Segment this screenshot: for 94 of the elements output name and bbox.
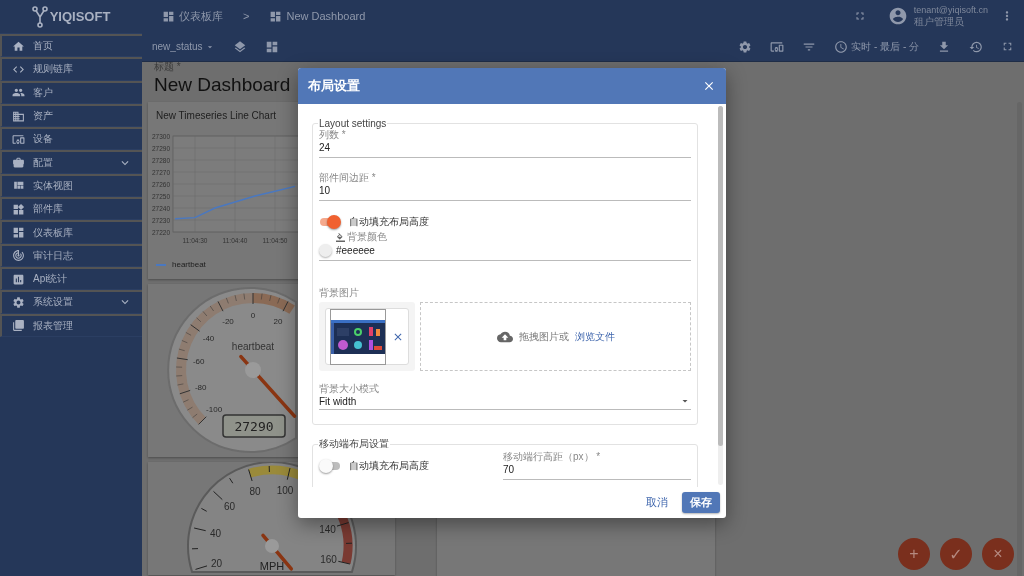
- devices-icon: [12, 132, 25, 146]
- legend-swatch: [156, 263, 166, 266]
- breadcrumb-link[interactable]: 仪表板库: [162, 8, 223, 24]
- toggle-switch[interactable]: [319, 458, 341, 473]
- action-button[interactable]: +: [898, 538, 930, 570]
- clock-icon: [834, 39, 849, 54]
- timewindow-button[interactable]: 实时 - 最后 - 分: [834, 39, 919, 54]
- logo-icon: [31, 5, 48, 28]
- document-icon: [12, 319, 25, 333]
- dashboard-icon: [12, 226, 25, 239]
- browse-link[interactable]: 浏览文件: [574, 329, 615, 344]
- field-label: 背景图片: [319, 287, 360, 299]
- save-button[interactable]: 保存: [682, 492, 720, 513]
- gauge-tick-label: 100: [276, 484, 294, 496]
- settings-icon[interactable]: [738, 39, 753, 54]
- sidebar-item[interactable]: 审计日志: [0, 243, 142, 267]
- action-button[interactable]: ✓: [940, 538, 972, 570]
- field-label: 背景颜色: [347, 231, 387, 243]
- sidebar-item[interactable]: 客户: [0, 80, 142, 104]
- gauge-tick-label: -80: [194, 383, 207, 392]
- sidebar-item[interactable]: Api统计: [0, 266, 142, 291]
- gauge-display: [222, 414, 286, 438]
- fullscreen-icon[interactable]: [1001, 40, 1014, 53]
- close-button[interactable]: [702, 79, 716, 93]
- paint-bucket-icon: [336, 232, 345, 242]
- select-field[interactable]: 背景大小模式 Fit width: [319, 383, 691, 410]
- group-legend: Layout settings: [318, 118, 388, 129]
- sidebar-item[interactable]: 仪表板库: [0, 220, 142, 244]
- input-field[interactable]: 70: [503, 463, 691, 480]
- history-icon[interactable]: [969, 39, 983, 54]
- avatar-icon[interactable]: [887, 6, 908, 26]
- sidebar-item[interactable]: 设备: [0, 127, 142, 151]
- user-email: tenant@yiqisoft.cn: [913, 5, 988, 16]
- briefcase-icon: [12, 156, 25, 170]
- dashboard-icon: [162, 9, 175, 23]
- legend-label: heartbeat: [172, 260, 206, 269]
- dashboard-title: New Dashboard: [154, 74, 291, 95]
- gauge-tick-label: 40: [209, 528, 222, 539]
- sidebar-item[interactable]: 规则链库: [0, 57, 142, 81]
- gauge-unit: MPH: [259, 560, 285, 572]
- sidebar-item[interactable]: 首页: [0, 34, 142, 58]
- cancel-button[interactable]: 取消: [646, 495, 668, 510]
- input-field[interactable]: 10: [319, 184, 691, 201]
- sidebar-item[interactable]: 部件库: [0, 197, 142, 221]
- gauge-tick-label: 160: [320, 554, 337, 565]
- building-icon: [12, 109, 25, 123]
- user-role: 租户管理员: [913, 16, 965, 27]
- field-label: 部件间边距 *: [319, 172, 377, 184]
- target-icon: [12, 249, 25, 263]
- drop-zone[interactable]: 拖拽图片或 浏览文件: [420, 302, 691, 371]
- state-dropdown[interactable]: new_status: [152, 41, 215, 52]
- sidebar-item[interactable]: 报表管理: [0, 313, 142, 337]
- layout-icon[interactable]: [264, 39, 279, 54]
- gauge-tick-label: -20: [222, 317, 234, 326]
- sidebar-item[interactable]: 实体视图: [0, 173, 142, 198]
- toggle-label: 自动填充布局高度: [349, 215, 429, 229]
- layers-icon[interactable]: [232, 39, 247, 54]
- input-field[interactable]: #eeeeee: [336, 244, 691, 258]
- gauge-tick-label: 140: [319, 524, 336, 535]
- home-icon: [12, 39, 25, 53]
- gauge-tick-label: 80: [249, 485, 261, 497]
- breadcrumb-separator: >: [243, 10, 250, 22]
- widget-title: New Timeseries Line Chart: [156, 110, 277, 121]
- toggle-label: 自动填充布局高度: [349, 458, 429, 473]
- gauge-tick-label: -60: [192, 357, 205, 367]
- color-swatch[interactable]: [319, 244, 332, 257]
- gauge-tick-label: -100: [206, 404, 223, 414]
- gauge-reading: 27290: [234, 419, 274, 434]
- gauge-tick-label: -40: [202, 333, 215, 343]
- action-button[interactable]: ×: [982, 538, 1014, 570]
- devices-icon[interactable]: [770, 39, 785, 54]
- scrollbar[interactable]: [718, 106, 723, 485]
- sidebar-item[interactable]: 资产: [0, 103, 142, 128]
- drop-text: 拖拽图片或: [518, 329, 569, 344]
- gauge-label: heartbeat: [231, 341, 275, 352]
- bar-chart-icon: [12, 272, 25, 286]
- breadcrumb-link[interactable]: New Dashboard: [269, 9, 366, 23]
- sidebar-item[interactable]: 系统设置: [0, 290, 142, 314]
- close-icon: [702, 79, 716, 93]
- gauge-tick-label: 0: [250, 311, 256, 320]
- toggle-switch[interactable]: [319, 215, 341, 229]
- field-label: 移动端行高距（px） *: [503, 451, 602, 463]
- settings-icon: [12, 295, 25, 309]
- download-icon[interactable]: [937, 39, 951, 54]
- input-field[interactable]: 24: [319, 141, 691, 158]
- dashboard-icon: [269, 9, 283, 23]
- gauge-tick-label: 60: [224, 501, 236, 513]
- dialog-title: 布局设置: [308, 77, 360, 95]
- field-label: 列数 *: [319, 129, 346, 141]
- widgets-icon: [12, 202, 25, 216]
- group-legend: 移动端布局设置: [318, 437, 390, 451]
- gauge-tick-label: 20: [210, 558, 223, 569]
- gauge-tick-label: 20: [273, 317, 283, 326]
- sidebar-item[interactable]: 配置: [0, 150, 142, 174]
